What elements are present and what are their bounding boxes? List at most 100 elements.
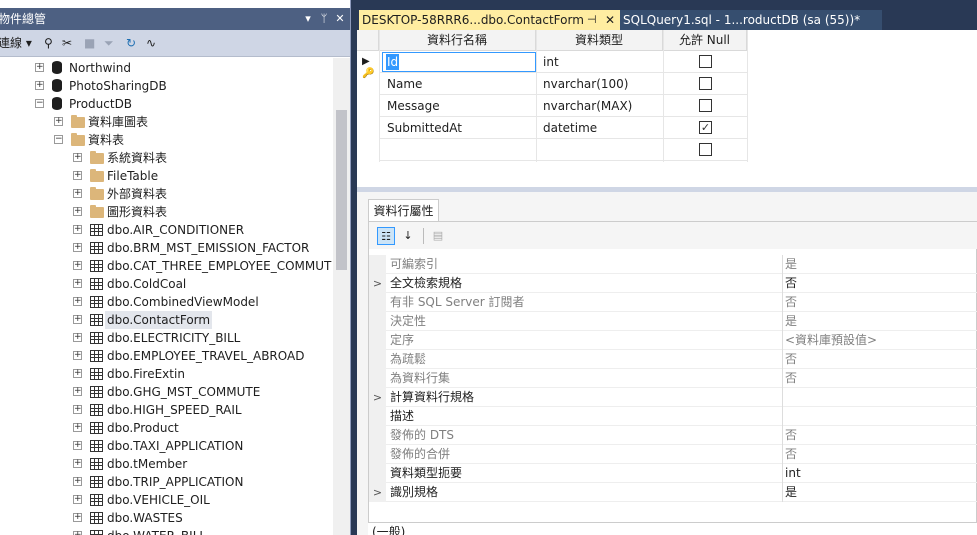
tree-scrollbar-thumb[interactable] <box>336 110 347 270</box>
expand-icon[interactable]: + <box>73 495 82 504</box>
tree-node[interactable]: + dbo.AIR_CONDITIONER <box>0 221 333 239</box>
dropdown-icon[interactable]: ▾ <box>300 8 316 30</box>
expand-chevron-icon[interactable]: > <box>369 388 386 407</box>
expand-icon[interactable]: + <box>73 441 82 450</box>
expand-icon[interactable]: + <box>73 351 82 360</box>
property-value[interactable]: 否 <box>785 369 797 388</box>
property-value[interactable]: 否 <box>785 350 797 369</box>
collapse-icon[interactable]: − <box>54 135 63 144</box>
expand-icon[interactable]: + <box>73 243 82 252</box>
connect-button[interactable]: 連線 ▾ <box>0 30 32 57</box>
refresh-icon[interactable]: ↻ <box>126 30 136 57</box>
tree-node[interactable]: + 系統資料表 <box>0 149 333 167</box>
tree-node[interactable]: + dbo.HIGH_SPEED_RAIL <box>0 401 333 419</box>
expand-icon[interactable]: + <box>73 171 82 180</box>
expand-chevron-icon[interactable]: > <box>369 483 386 502</box>
activity-monitor-icon[interactable]: ∿ <box>146 30 156 57</box>
allow-null-checkbox[interactable] <box>699 99 712 112</box>
tree-node[interactable]: + 資料庫圖表 <box>0 113 333 131</box>
tree-node[interactable]: + dbo.GHG_MST_COMMUTE <box>0 383 333 401</box>
data-type-cell[interactable]: datetime <box>543 117 661 139</box>
tab-sql-query[interactable]: SQLQuery1.sql - 1...roductDB (sa (55))* <box>620 10 882 30</box>
column-name-cell[interactable] <box>387 139 535 161</box>
property-value[interactable]: 否 <box>785 274 797 293</box>
property-value[interactable]: 否 <box>785 445 797 464</box>
expand-icon[interactable]: + <box>73 189 82 198</box>
collapse-icon[interactable]: − <box>35 99 44 108</box>
tree-node[interactable]: + dbo.ELECTRICITY_BILL <box>0 329 333 347</box>
property-value[interactable]: int <box>785 464 801 483</box>
tree-node[interactable]: + dbo.WATER_BILL <box>0 527 333 535</box>
property-row[interactable]: 發佈的 DTS 否 <box>369 426 977 445</box>
tree-node[interactable]: + 外部資料表 <box>0 185 333 203</box>
connect-icon[interactable]: ⚲ <box>44 30 53 57</box>
tree-node[interactable]: + dbo.TRIP_APPLICATION <box>0 473 333 491</box>
property-row[interactable]: > 識別規格 是 <box>369 483 977 502</box>
expand-icon[interactable]: + <box>73 513 82 522</box>
expand-icon[interactable]: + <box>73 207 82 216</box>
property-value[interactable]: <資料庫預設值> <box>785 331 877 350</box>
pin-icon[interactable]: ᛘ <box>316 8 332 30</box>
property-value[interactable]: 否 <box>785 426 797 445</box>
tree-node[interactable]: + dbo.CombinedViewModel <box>0 293 333 311</box>
expand-icon[interactable]: + <box>73 387 82 396</box>
allow-null-checkbox[interactable] <box>699 55 712 68</box>
expand-icon[interactable]: + <box>73 477 82 486</box>
expand-icon[interactable]: + <box>73 459 82 468</box>
property-row[interactable]: 資料類型扼要 int <box>369 464 977 483</box>
tree-node[interactable]: + Northwind <box>0 59 333 77</box>
property-pages-icon[interactable]: ▤ <box>429 227 447 245</box>
property-row[interactable]: > 全文檢索規格 否 <box>369 274 977 293</box>
expand-icon[interactable]: + <box>73 297 82 306</box>
allow-null-checkbox[interactable] <box>699 77 712 90</box>
property-row[interactable]: 為疏鬆 否 <box>369 350 977 369</box>
column-name-cell[interactable]: Message <box>387 95 535 117</box>
property-value[interactable]: 是 <box>785 255 797 274</box>
tree-node[interactable]: + dbo.ContactForm <box>0 311 333 329</box>
column-name-cell[interactable]: SubmittedAt <box>387 117 535 139</box>
tree-node[interactable]: + dbo.BRM_MST_EMISSION_FACTOR <box>0 239 333 257</box>
disconnect-icon[interactable]: ✂ <box>62 30 72 57</box>
expand-icon[interactable]: + <box>73 315 82 324</box>
expand-icon[interactable]: + <box>73 225 82 234</box>
property-row[interactable]: 有非 SQL Server 訂閱者 否 <box>369 293 977 312</box>
tree-node[interactable]: + dbo.Product <box>0 419 333 437</box>
property-row[interactable]: 描述 <box>369 407 977 426</box>
expand-icon[interactable]: + <box>35 63 44 72</box>
expand-icon[interactable]: + <box>73 423 82 432</box>
tree-node[interactable]: + dbo.tMember <box>0 455 333 473</box>
stop-icon[interactable]: ■ <box>84 30 95 57</box>
tree-node[interactable]: + FileTable <box>0 167 333 185</box>
property-value[interactable]: 是 <box>785 483 797 502</box>
tree-node[interactable]: + dbo.ColdCoal <box>0 275 333 293</box>
tree-node[interactable]: − 資料表 <box>0 131 333 149</box>
categorized-icon[interactable]: ☷ <box>377 227 395 245</box>
tree-scrollbar[interactable] <box>333 58 350 535</box>
property-value[interactable]: 是 <box>785 312 797 331</box>
column-name-editor[interactable]: Id <box>382 52 536 72</box>
filter-icon[interactable]: ⏷ <box>104 30 114 57</box>
tree-node[interactable]: + dbo.EMPLOYEE_TRAVEL_ABROAD <box>0 347 333 365</box>
tree-node[interactable]: + dbo.VEHICLE_OIL <box>0 491 333 509</box>
property-row[interactable]: > 計算資料行規格 <box>369 388 977 407</box>
allow-null-checkbox[interactable]: ✓ <box>699 121 712 134</box>
expand-icon[interactable]: + <box>73 153 82 162</box>
expand-icon[interactable]: + <box>73 333 82 342</box>
expand-chevron-icon[interactable]: > <box>369 274 386 293</box>
tree-node[interactable]: + PhotoSharingDB <box>0 77 333 95</box>
tree-node[interactable]: + dbo.FireExtin <box>0 365 333 383</box>
tab-column-properties[interactable]: 資料行屬性 <box>368 199 439 221</box>
expand-icon[interactable]: + <box>73 261 82 270</box>
data-type-cell[interactable]: nvarchar(100) <box>543 73 661 95</box>
property-row[interactable]: 定序 <資料庫預設值> <box>369 331 977 350</box>
expand-icon[interactable]: + <box>54 117 63 126</box>
tree-node[interactable]: + dbo.TAXI_APPLICATION <box>0 437 333 455</box>
property-row[interactable]: 發佈的合併 否 <box>369 445 977 464</box>
tree-node[interactable]: + dbo.WASTES <box>0 509 333 527</box>
tree-node[interactable]: + dbo.CAT_THREE_EMPLOYEE_COMMUT <box>0 257 333 275</box>
expand-icon[interactable]: + <box>73 531 82 535</box>
expand-icon[interactable]: + <box>73 405 82 414</box>
tree-node[interactable]: − ProductDB <box>0 95 333 113</box>
property-value[interactable]: 否 <box>785 293 797 312</box>
close-icon[interactable]: ✕ <box>332 8 348 30</box>
